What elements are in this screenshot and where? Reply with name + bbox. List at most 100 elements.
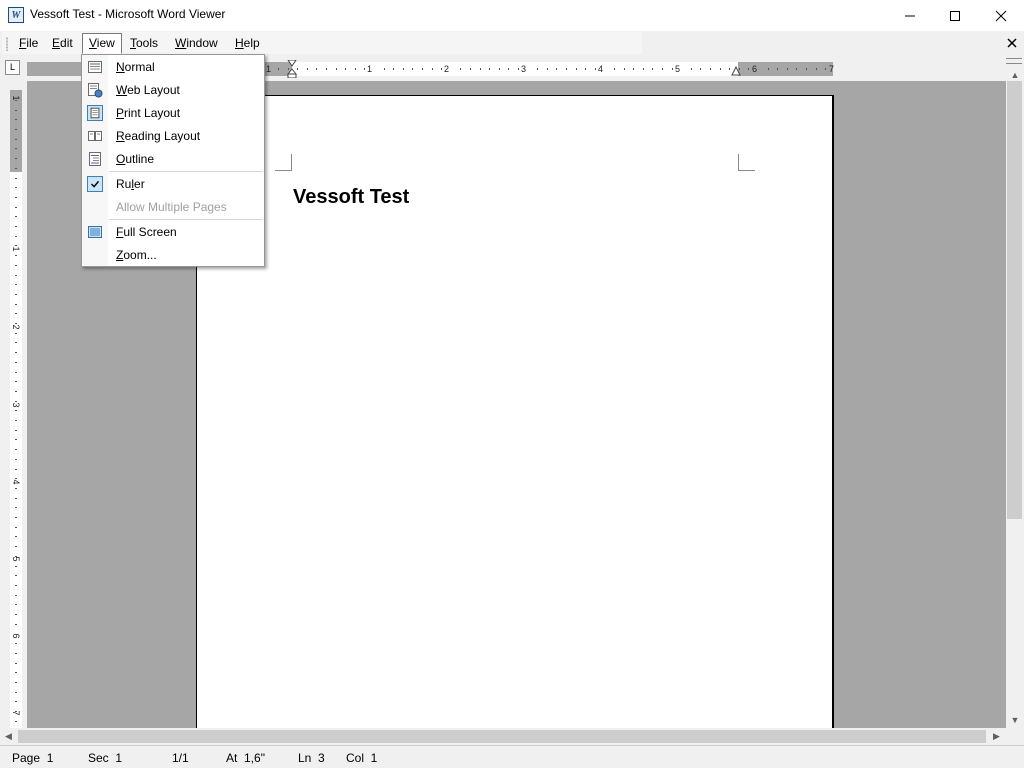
- ruler-tick: [662, 68, 663, 70]
- outline-view-icon: [89, 152, 101, 166]
- menu-item-full-screen[interactable]: Full Screen: [82, 221, 264, 243]
- scroll-right-button[interactable]: ▶: [988, 728, 1005, 745]
- document-heading[interactable]: Vessoft Test: [293, 186, 409, 209]
- horizontal-scroll-thumb[interactable]: [18, 730, 986, 743]
- close-icon: [1007, 38, 1017, 48]
- ruler-tick: [15, 701, 17, 702]
- ruler-tick: [624, 68, 625, 70]
- ruler-tick: [15, 401, 17, 402]
- close-icon: [995, 10, 1007, 22]
- ruler-tick: [652, 68, 653, 70]
- ruler-tick: [15, 566, 17, 567]
- menu-help[interactable]: Help: [229, 34, 266, 52]
- ruler-tick: [422, 68, 423, 70]
- status-page-count: 1/1: [172, 751, 189, 765]
- status-line: Ln 3: [298, 751, 325, 765]
- ruler-tick: [355, 68, 356, 70]
- menu-item-normal[interactable]: Normal: [82, 56, 264, 78]
- ruler-tick: [15, 110, 17, 111]
- word-viewer-icon[interactable]: W: [8, 7, 24, 23]
- menu-item-reading-layout[interactable]: Reading Layout: [82, 125, 264, 147]
- ruler-tick: [15, 129, 17, 130]
- ruler-tick: [470, 68, 471, 70]
- checkmark-icon: [87, 176, 103, 192]
- minimize-icon: [905, 15, 915, 17]
- scroll-down-button[interactable]: ▼: [1006, 712, 1024, 728]
- vertical-scroll-thumb[interactable]: [1007, 81, 1022, 519]
- menu-window[interactable]: Window: [169, 34, 224, 52]
- menu-item-outline[interactable]: Outline: [82, 148, 264, 170]
- ruler-tick: [15, 323, 17, 324]
- ruler-tick: [643, 68, 644, 70]
- ruler-tick: [796, 68, 797, 70]
- status-position: At 1,6": [226, 751, 265, 765]
- menu-item-ruler[interactable]: Ruler: [82, 173, 264, 195]
- scroll-up-button[interactable]: ▲: [1006, 69, 1024, 81]
- ruler-tick: [15, 682, 17, 683]
- ruler-number: 1: [367, 64, 373, 74]
- menu-item-print-layout[interactable]: Print Layout: [82, 102, 264, 124]
- maximize-button[interactable]: [932, 0, 978, 31]
- menu-item-allow-multiple-pages: Allow Multiple Pages: [116, 200, 227, 214]
- ruler-tick: [297, 68, 298, 70]
- ruler-tick: [403, 68, 404, 70]
- menu-item-zoom[interactable]: Zoom...: [82, 244, 264, 266]
- web-layout-icon: [88, 83, 103, 98]
- menu-item-web-layout[interactable]: Web Layout: [82, 79, 264, 101]
- title-bar: W Vessoft Test - Microsoft Word Viewer: [0, 0, 1024, 31]
- reading-layout-icon: [88, 131, 102, 141]
- ruler-number: 6: [11, 633, 21, 639]
- print-layout-icon: [87, 105, 103, 121]
- ruler-tick: [547, 68, 548, 70]
- split-handle[interactable]: [1006, 58, 1022, 64]
- ruler-tick: [15, 585, 17, 586]
- ruler-number: 7: [11, 710, 21, 716]
- crop-mark-top-right: [738, 154, 755, 171]
- ruler-number: 7: [829, 64, 835, 74]
- ruler-tick: [15, 178, 17, 179]
- menu-separator: [109, 171, 263, 172]
- ruler-tick: [15, 275, 17, 276]
- maximize-icon: [950, 11, 960, 22]
- ruler-number: 5: [675, 64, 681, 74]
- minimize-button[interactable]: [887, 0, 933, 31]
- menu-file[interactable]: File: [13, 34, 44, 52]
- ruler-tick: [15, 498, 17, 499]
- right-indent-marker[interactable]: [731, 66, 741, 76]
- close-button[interactable]: [978, 0, 1024, 31]
- ruler-tick: [15, 245, 17, 246]
- ruler-tick: [614, 68, 615, 70]
- document-page[interactable]: [196, 95, 834, 728]
- ruler-tick: [15, 304, 17, 305]
- document-close-button[interactable]: [1004, 35, 1020, 51]
- ruler-tick: [15, 158, 17, 159]
- menu-view[interactable]: View: [82, 33, 122, 54]
- ruler-tick: [15, 536, 17, 537]
- ruler-tick: [15, 100, 17, 101]
- ruler-tick: [15, 284, 17, 285]
- ruler-tick: [15, 478, 17, 479]
- ruler-tick: [15, 362, 17, 363]
- ruler-tick: [15, 527, 17, 528]
- ruler-tick: [345, 68, 346, 70]
- ruler-number: 1: [11, 95, 21, 101]
- menu-edit[interactable]: Edit: [46, 34, 79, 52]
- scroll-left-button[interactable]: ◀: [0, 728, 17, 745]
- ruler-tick: [15, 294, 17, 295]
- ruler-tick: [15, 168, 17, 169]
- ruler-tick: [15, 624, 17, 625]
- ruler-tick: [15, 439, 17, 440]
- ruler-tick: [816, 68, 817, 70]
- ruler-tick: [748, 68, 749, 70]
- toolbar-grip[interactable]: [6, 37, 8, 51]
- ruler-tick: [15, 352, 17, 353]
- ruler-tick: [316, 68, 317, 70]
- menu-tools[interactable]: Tools: [124, 34, 164, 52]
- ruler-tick: [508, 68, 509, 70]
- ruler-tick: [15, 643, 17, 644]
- ruler-tick: [278, 68, 279, 70]
- tab-selector[interactable]: L: [5, 60, 20, 75]
- status-page: Page 1: [12, 751, 54, 765]
- normal-view-icon: [88, 61, 102, 73]
- first-line-indent-marker[interactable]: [287, 60, 297, 78]
